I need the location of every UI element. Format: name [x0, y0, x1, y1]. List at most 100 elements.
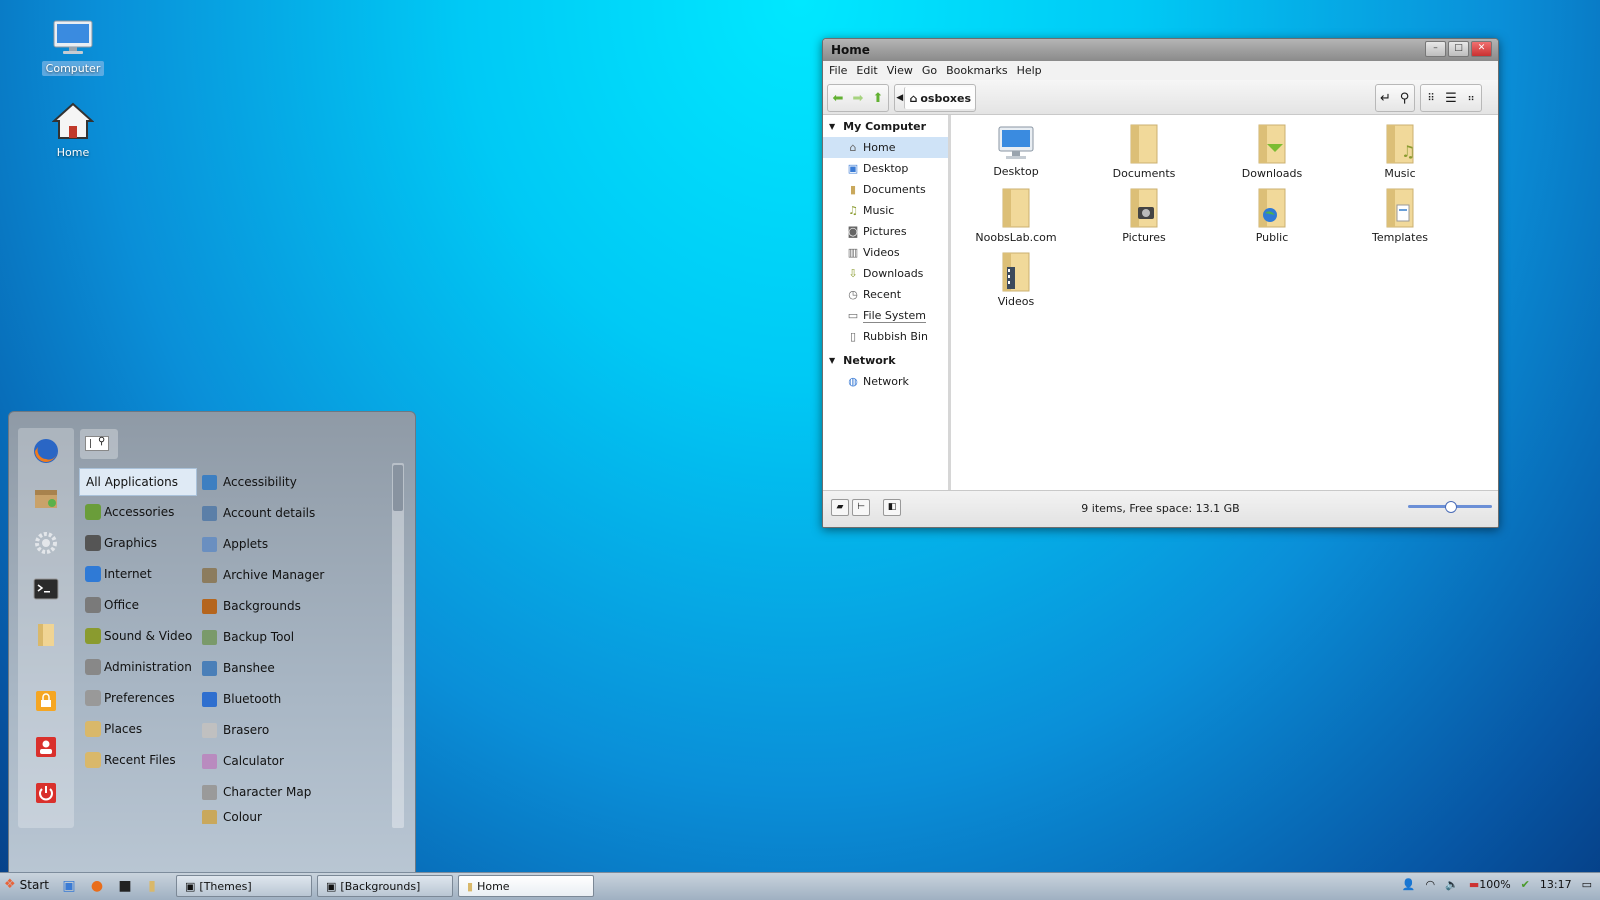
file-item[interactable]: Pictures: [1089, 187, 1199, 244]
window-icon: ▣: [185, 879, 196, 893]
category-sound-video[interactable]: Sound & Video: [79, 623, 195, 649]
close-button[interactable]: ✕: [1471, 41, 1492, 57]
category-recent-files[interactable]: Recent Files: [79, 747, 195, 773]
file-item[interactable]: Documents: [1089, 123, 1199, 180]
app-backup-tool[interactable]: Backup Tool: [202, 624, 294, 650]
app-banshee[interactable]: Banshee: [202, 655, 275, 681]
start-button[interactable]: ❖ Start: [4, 877, 49, 892]
menu-edit[interactable]: Edit: [856, 64, 877, 77]
sidebar-item-music[interactable]: ♫ Music: [823, 200, 948, 221]
file-item[interactable]: Desktop: [961, 123, 1071, 178]
sidebar-item-videos[interactable]: ▥ Videos: [823, 242, 948, 263]
file-item[interactable]: NoobsLab.com: [961, 187, 1071, 244]
lock-screen-button[interactable]: [31, 686, 61, 716]
category-preferences[interactable]: Preferences: [79, 685, 195, 711]
sidebar-header-network[interactable]: ▼ Network: [823, 349, 948, 371]
sidebar-item-home[interactable]: ⌂ Home: [823, 137, 948, 158]
toggle-location-button[interactable]: ↵: [1376, 86, 1395, 110]
favorite-settings[interactable]: [31, 528, 61, 558]
up-button[interactable]: ⬆: [868, 86, 888, 110]
file-item[interactable]: Public: [1217, 187, 1327, 244]
favorite-firefox[interactable]: [31, 436, 61, 466]
category-office[interactable]: Office: [79, 592, 195, 618]
sidebar-item-documents[interactable]: ▮ Documents: [823, 179, 948, 200]
list-view-button[interactable]: ☰: [1441, 86, 1461, 110]
path-scroll-left-button[interactable]: ◀: [895, 86, 904, 110]
search-input[interactable]: |: [85, 436, 109, 451]
task-backgrounds[interactable]: ▣ [Backgrounds]: [317, 875, 453, 897]
notification-icon[interactable]: ▭: [1582, 878, 1592, 891]
menu-help[interactable]: Help: [1017, 64, 1042, 77]
battery-indicator[interactable]: ▬100%: [1469, 878, 1511, 891]
favorite-terminal[interactable]: [31, 574, 61, 604]
sidebar-item-recent[interactable]: ◷ Recent: [823, 284, 948, 305]
clock[interactable]: 13:17: [1540, 878, 1572, 891]
category-places[interactable]: Places: [79, 716, 195, 742]
task-themes[interactable]: ▣ [Themes]: [176, 875, 312, 897]
sidebar-item-pictures[interactable]: ◙ Pictures: [823, 221, 948, 242]
breadcrumb-osboxes[interactable]: ⌂ osboxes: [904, 87, 975, 109]
volume-icon[interactable]: 🔈: [1445, 878, 1459, 891]
menu-view[interactable]: View: [887, 64, 913, 77]
app-brasero[interactable]: Brasero: [202, 717, 269, 743]
compact-view-button[interactable]: ⠶: [1461, 86, 1481, 110]
shield-icon[interactable]: ✔: [1521, 878, 1530, 891]
maximize-button[interactable]: □: [1448, 41, 1469, 57]
back-button[interactable]: ⬅: [828, 86, 848, 110]
sidebar-item-label: Documents: [863, 183, 926, 196]
icon-view-button[interactable]: ⠿: [1421, 86, 1441, 110]
file-item[interactable]: Videos: [961, 251, 1071, 308]
desktop-icon-home[interactable]: Home: [38, 102, 108, 160]
category-accessories[interactable]: Accessories: [79, 499, 195, 525]
menu-bookmarks[interactable]: Bookmarks: [946, 64, 1007, 77]
file-item[interactable]: Downloads: [1217, 123, 1327, 180]
desktop-icon-computer[interactable]: Computer: [38, 20, 108, 76]
forward-button[interactable]: ➡: [848, 86, 868, 110]
sidebar-item-downloads[interactable]: ⇩ Downloads: [823, 263, 948, 284]
app-bluetooth[interactable]: Bluetooth: [202, 686, 281, 712]
category-all-applications[interactable]: All Applications: [79, 468, 197, 496]
app-archive-manager[interactable]: Archive Manager: [202, 562, 324, 588]
quicklaunch-files[interactable]: ▮: [143, 877, 161, 895]
menu-file[interactable]: File: [829, 64, 847, 77]
app-account-details[interactable]: Account details: [202, 500, 315, 526]
file-item-label: Documents: [1112, 167, 1176, 180]
app-list-scrollbar[interactable]: [392, 463, 404, 828]
app-applets[interactable]: Applets: [202, 531, 268, 557]
app-backgrounds[interactable]: Backgrounds: [202, 593, 301, 619]
app-calculator[interactable]: Calculator: [202, 748, 284, 774]
search-container: | ⚲: [80, 429, 118, 459]
minimize-button[interactable]: –: [1425, 41, 1446, 57]
zoom-slider-knob[interactable]: [1445, 501, 1457, 513]
task-home[interactable]: ▮ Home: [458, 875, 594, 897]
app-accessibility[interactable]: Accessibility: [202, 469, 297, 495]
user-icon[interactable]: 👤: [1402, 878, 1416, 891]
category-internet[interactable]: Internet: [79, 561, 195, 587]
menu-go[interactable]: Go: [922, 64, 937, 77]
shutdown-button[interactable]: [31, 778, 61, 808]
quicklaunch-firefox[interactable]: ●: [88, 877, 106, 895]
window-titlebar[interactable]: Home – □ ✕: [823, 39, 1498, 61]
wifi-icon[interactable]: ◠: [1426, 878, 1436, 891]
sidebar-item-network[interactable]: ◍ Network: [823, 371, 948, 392]
grid-icon: ⠿: [1427, 92, 1435, 104]
scrollbar-thumb[interactable]: [393, 465, 403, 511]
app-colour[interactable]: Colour: [202, 810, 262, 824]
app-icon: [202, 722, 217, 738]
favorite-software[interactable]: [31, 482, 61, 512]
sidebar-item-file-system[interactable]: ▭ File System: [823, 305, 948, 326]
quicklaunch-desktop[interactable]: ▣: [60, 877, 78, 895]
file-item[interactable]: ♫ Music: [1345, 123, 1455, 180]
file-item[interactable]: Templates: [1345, 187, 1455, 244]
favorite-files[interactable]: [31, 620, 61, 650]
sidebar-item-rubbish-bin[interactable]: ▯ Rubbish Bin: [823, 326, 948, 347]
logout-button[interactable]: [31, 732, 61, 762]
quicklaunch-terminal[interactable]: ■: [116, 877, 134, 895]
search-button[interactable]: ⚲: [1395, 86, 1414, 110]
category-graphics[interactable]: Graphics: [79, 530, 195, 556]
zoom-slider[interactable]: [1408, 501, 1492, 513]
app-character-map[interactable]: Character Map: [202, 779, 311, 805]
sidebar-header-my-computer[interactable]: ▼ My Computer: [823, 115, 948, 137]
category-administration[interactable]: Administration: [79, 654, 195, 680]
sidebar-item-desktop[interactable]: ▣ Desktop: [823, 158, 948, 179]
